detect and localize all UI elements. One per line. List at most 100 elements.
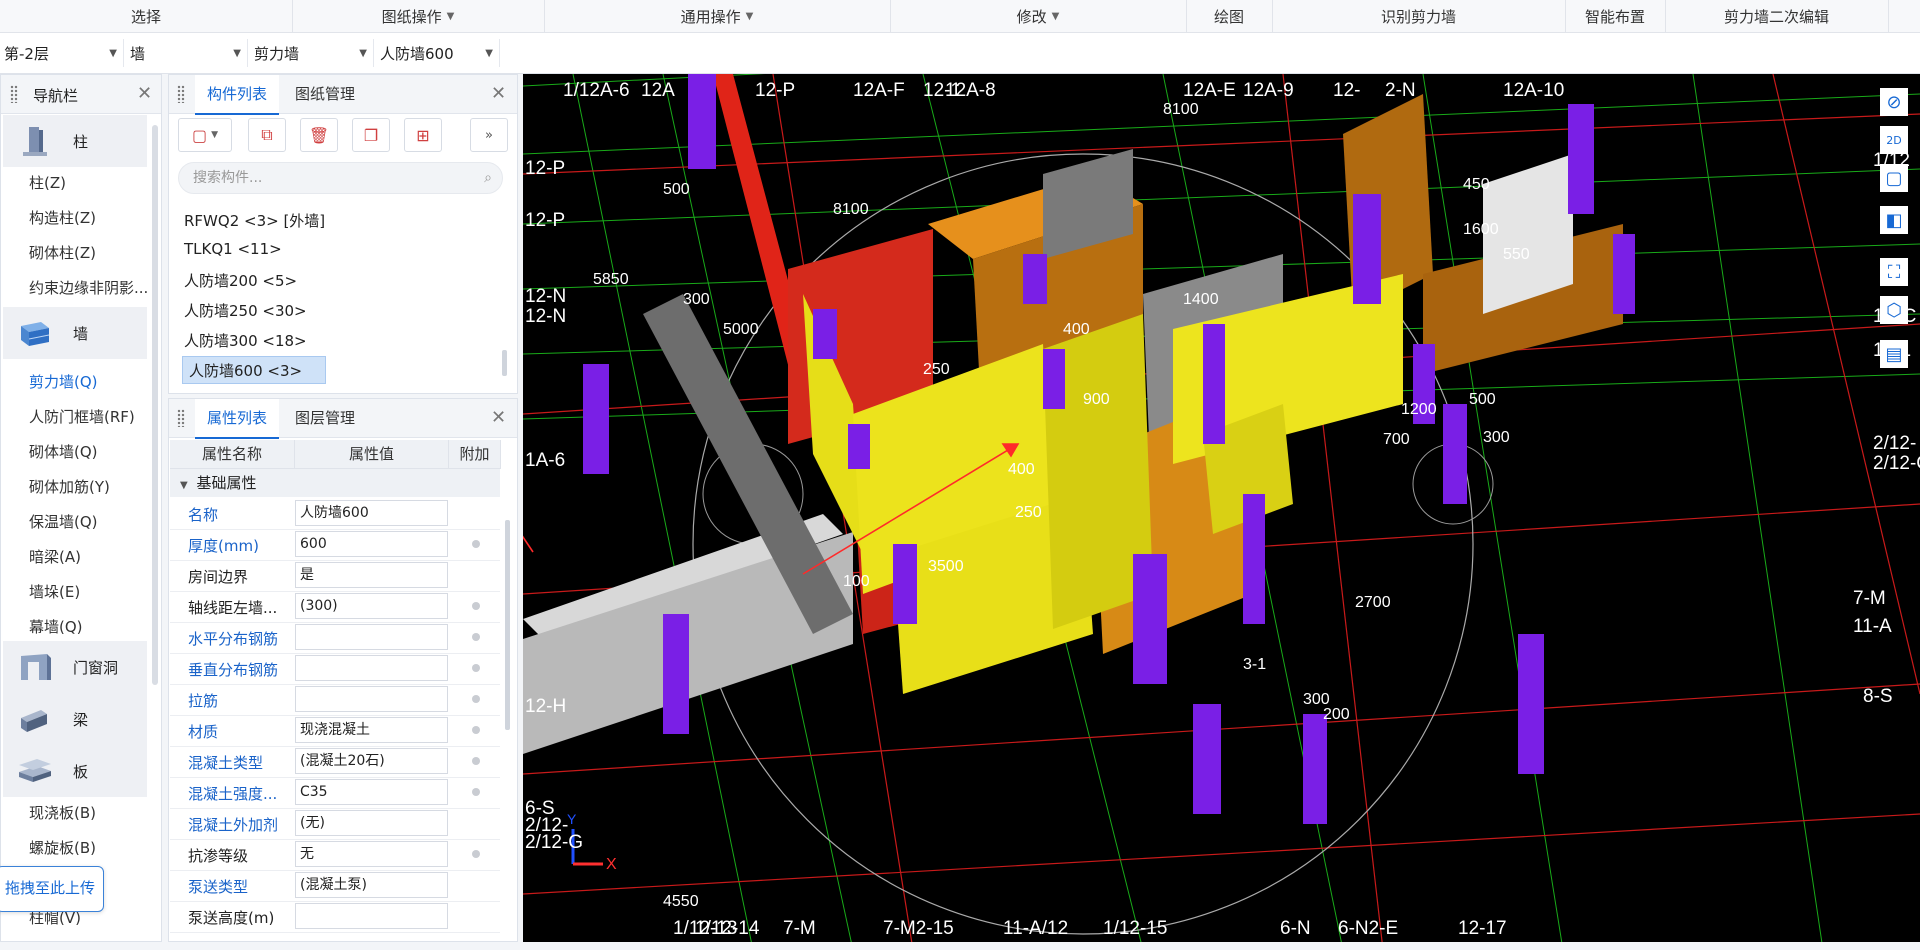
property-value-input[interactable]: 无 bbox=[295, 841, 448, 867]
property-row[interactable]: 抗渗等级 无 bbox=[170, 839, 500, 871]
category-select[interactable]: 墙 ▼ bbox=[126, 39, 248, 67]
close-icon[interactable]: ✕ bbox=[491, 83, 506, 104]
property-value-input[interactable]: 600 bbox=[295, 531, 448, 557]
nav-category-wall[interactable]: 墙 bbox=[3, 307, 147, 359]
property-scrollbar[interactable] bbox=[505, 520, 510, 730]
nav-item-column[interactable]: 柱(Z) bbox=[29, 172, 66, 193]
nav-item-cast-slab[interactable]: 现浇板(B) bbox=[29, 802, 96, 823]
tab-property-list[interactable]: 属性列表 bbox=[195, 399, 280, 439]
property-row[interactable]: 垂直分布钢筋 bbox=[170, 653, 500, 685]
property-value-input[interactable]: (混凝土20石) bbox=[295, 748, 448, 774]
property-row[interactable]: 名称 人防墙600 bbox=[170, 498, 500, 530]
attach-checkbox[interactable] bbox=[472, 633, 480, 641]
component-item[interactable]: 人防墙250 <30> bbox=[184, 300, 307, 321]
view-2d-button[interactable]: 2D bbox=[1880, 126, 1908, 154]
nav-item-hidden-beam[interactable]: 暗梁(A) bbox=[29, 546, 81, 567]
component-item-selected[interactable]: 人防墙600 <3> bbox=[182, 356, 326, 384]
new-component-button[interactable]: ▢ ▼ bbox=[178, 118, 232, 152]
property-value-input[interactable]: 是 bbox=[295, 562, 448, 588]
copy-component-button[interactable]: ⧉ bbox=[248, 118, 286, 152]
property-row[interactable]: 水平分布钢筋 bbox=[170, 622, 500, 654]
nav-item-insulation-wall[interactable]: 保温墙(Q) bbox=[29, 511, 98, 532]
filter-component-button[interactable]: ⊞ bbox=[404, 118, 442, 152]
property-row[interactable]: 厚度(mm) 600 bbox=[170, 529, 500, 561]
attach-checkbox[interactable] bbox=[472, 757, 480, 765]
attach-checkbox[interactable] bbox=[472, 664, 480, 672]
nav-item-curtain-wall[interactable]: 幕墙(Q) bbox=[29, 616, 83, 637]
3d-viewport[interactable]: X Y 1/12A-6 12A 12-P 12A-F 12-1 12A-8 12A-E 12A… bbox=[523, 74, 1920, 950]
property-value-input[interactable]: (300) bbox=[295, 593, 448, 619]
property-row[interactable]: 房间边界 是 bbox=[170, 560, 500, 592]
ribbon-group-recognize-wall[interactable]: 识别剪力墙 bbox=[1272, 0, 1566, 32]
property-row[interactable]: 混凝土外加剂 (无) bbox=[170, 808, 500, 840]
ribbon-group-smart-layout[interactable]: 智能布置 bbox=[1565, 0, 1666, 32]
ribbon-group-drawing-ops[interactable]: 图纸操作 ▼ bbox=[292, 0, 545, 32]
duplicate-layer-button[interactable]: ❐ bbox=[352, 118, 390, 152]
property-value-input[interactable]: C35 bbox=[295, 779, 448, 805]
more-button[interactable]: » bbox=[470, 118, 508, 152]
ribbon-group-modify[interactable]: 修改 ▼ bbox=[890, 0, 1187, 32]
component-search-input[interactable]: 搜索构件... ⌕ bbox=[178, 162, 503, 194]
nav-item-shear-wall[interactable]: 剪力墙(Q) bbox=[29, 371, 98, 392]
orbit-view-button[interactable]: ⊘ bbox=[1880, 88, 1908, 116]
ribbon-group-select[interactable]: 选择 bbox=[0, 0, 293, 32]
component-scrollbar[interactable] bbox=[502, 350, 507, 376]
component-item[interactable]: RFWQ2 <3> [外墙] bbox=[184, 210, 325, 231]
zoom-extent-button[interactable]: ⛶ bbox=[1880, 258, 1908, 286]
nav-item-masonry-column[interactable]: 砌体柱(Z) bbox=[29, 242, 96, 263]
property-value-input[interactable] bbox=[295, 686, 448, 712]
nav-category-opening[interactable]: 门窗洞 bbox=[3, 641, 147, 693]
attach-checkbox[interactable] bbox=[472, 726, 480, 734]
nav-category-slab[interactable]: 板 bbox=[3, 745, 147, 797]
property-row[interactable]: 混凝土类型 (混凝土20石) bbox=[170, 746, 500, 778]
type-select[interactable]: 剪力墙 ▼ bbox=[250, 39, 374, 67]
property-value-input[interactable] bbox=[295, 903, 448, 929]
upload-dropzone[interactable]: 拖拽至此上传 bbox=[0, 866, 104, 912]
ribbon-group-common-ops[interactable]: 通用操作 ▼ bbox=[544, 0, 891, 32]
close-icon[interactable]: ✕ bbox=[491, 407, 506, 428]
property-row[interactable]: 混凝土强度... C35 bbox=[170, 777, 500, 809]
drag-grip-icon[interactable] bbox=[177, 409, 185, 427]
property-value-input[interactable]: 人防墙600 bbox=[295, 500, 448, 526]
model-canvas[interactable]: X Y 1/12A-6 12A 12-P 12A-F 12-112A-8 12A-E 12A… bbox=[523, 74, 1920, 950]
component-item[interactable]: 人防墙300 <18> bbox=[184, 330, 307, 351]
view-solid-button[interactable]: ◧ bbox=[1880, 206, 1908, 234]
tab-layer-management[interactable]: 图层管理 bbox=[283, 399, 367, 437]
property-value-input[interactable]: 现浇混凝土 bbox=[295, 717, 448, 743]
nav-item-edge-member[interactable]: 约束边缘非阴影... bbox=[29, 277, 148, 298]
nav-scrollbar[interactable] bbox=[152, 125, 158, 685]
attach-checkbox[interactable] bbox=[472, 540, 480, 548]
property-group-basic[interactable]: ▼ 基础属性 bbox=[170, 469, 500, 497]
drag-grip-icon[interactable] bbox=[177, 85, 185, 103]
nav-category-column[interactable]: 柱 bbox=[3, 115, 147, 167]
nav-item-masonry-wall[interactable]: 砌体墙(Q) bbox=[29, 441, 98, 462]
nav-item-civil-defense-door-wall[interactable]: 人防门框墙(RF) bbox=[29, 406, 135, 427]
property-value-input[interactable] bbox=[295, 655, 448, 681]
object-view-button[interactable]: ⬡ bbox=[1880, 296, 1908, 324]
close-icon[interactable]: ✕ bbox=[137, 83, 152, 104]
ribbon-group-draw[interactable]: 绘图 bbox=[1186, 0, 1273, 32]
property-value-input[interactable] bbox=[295, 624, 448, 650]
view-3d-button[interactable]: ▢ bbox=[1880, 164, 1908, 192]
attach-checkbox[interactable] bbox=[472, 788, 480, 796]
component-select[interactable]: 人防墙600 ▼ bbox=[376, 39, 500, 67]
attach-checkbox[interactable] bbox=[472, 850, 480, 858]
view-settings-button[interactable]: ▤ bbox=[1880, 340, 1908, 368]
ribbon-group-wall-edit[interactable]: 剪力墙二次编辑 bbox=[1665, 0, 1889, 32]
property-row[interactable]: 材质 现浇混凝土 bbox=[170, 715, 500, 747]
nav-item-masonry-reinforcement[interactable]: 砌体加筋(Y) bbox=[29, 476, 110, 497]
property-value-input[interactable]: (无) bbox=[295, 810, 448, 836]
property-row[interactable]: 泵送高度(m) bbox=[170, 901, 500, 933]
attach-checkbox[interactable] bbox=[472, 695, 480, 703]
property-row[interactable]: 轴线距左墙... (300) bbox=[170, 591, 500, 623]
component-item[interactable]: 人防墙200 <5> bbox=[184, 270, 297, 291]
property-row[interactable]: 拉筋 bbox=[170, 684, 500, 716]
property-value-input[interactable]: (混凝土泵) bbox=[295, 872, 448, 898]
property-row[interactable]: 泵送类型 (混凝土泵) bbox=[170, 870, 500, 902]
nav-category-beam[interactable]: 梁 bbox=[3, 693, 147, 745]
delete-component-button[interactable]: 🗑 bbox=[300, 118, 338, 152]
nav-item-constructional-column[interactable]: 构造柱(Z) bbox=[29, 207, 96, 228]
floor-select[interactable]: 第-2层 ▼ bbox=[0, 39, 124, 67]
drag-grip-icon[interactable] bbox=[10, 85, 18, 103]
component-item[interactable]: TLKQ1 <11> bbox=[184, 240, 282, 258]
